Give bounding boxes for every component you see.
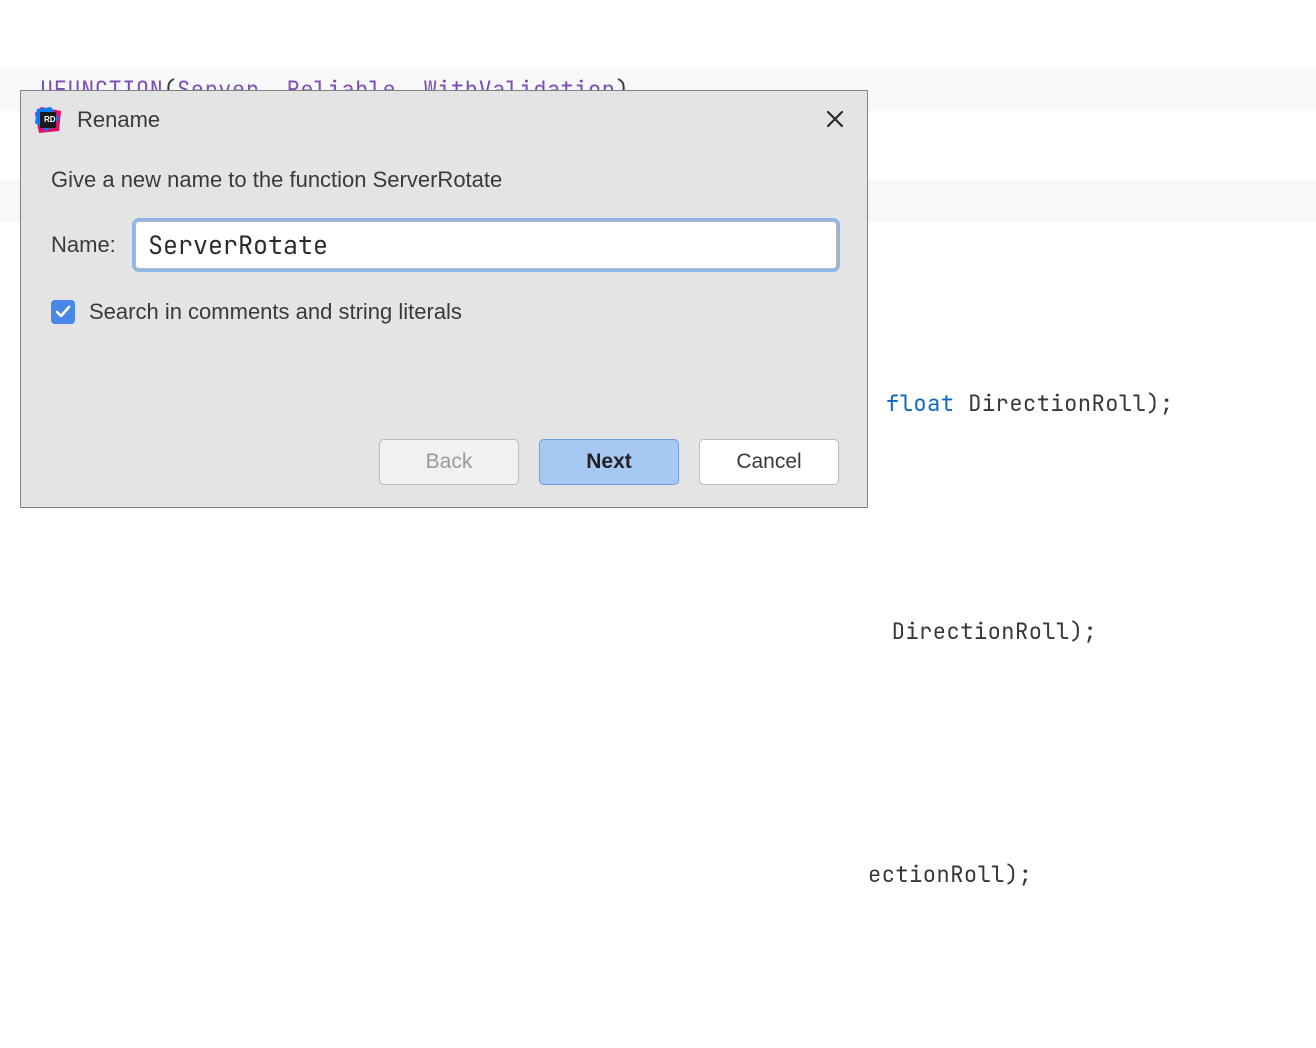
back-button: Back xyxy=(379,439,519,485)
dialog-body: Give a new name to the function ServerRo… xyxy=(21,143,867,439)
code-line xyxy=(0,721,1316,785)
dialog-instruction: Give a new name to the function ServerRo… xyxy=(51,167,837,193)
rider-app-icon: RD xyxy=(33,105,63,135)
name-row: Name: xyxy=(51,221,837,269)
dialog-footer: Back Next Cancel xyxy=(21,439,867,507)
dialog-titlebar: RD Rename xyxy=(21,91,867,143)
svg-text:RD: RD xyxy=(44,115,56,124)
code-line: ectionRoll); xyxy=(0,854,1316,897)
code-line xyxy=(0,965,1316,1013)
search-comments-label: Search in comments and string literals xyxy=(89,299,462,325)
code-line: DirectionRoll); xyxy=(0,610,1316,653)
next-button[interactable]: Next xyxy=(539,439,679,485)
dialog-title: Rename xyxy=(77,107,821,133)
checkbox-row: Search in comments and string literals xyxy=(51,299,837,325)
rename-input[interactable] xyxy=(135,221,837,269)
close-icon[interactable] xyxy=(821,107,849,133)
cancel-button[interactable]: Cancel xyxy=(699,439,839,485)
search-comments-checkbox[interactable] xyxy=(51,300,75,324)
name-label: Name: xyxy=(51,232,121,258)
rename-dialog: RD Rename Give a new name to the functio… xyxy=(20,90,868,508)
